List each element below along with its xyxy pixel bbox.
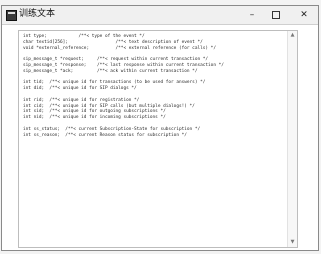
code-text[interactable]: int type; /**< type of the event */char … bbox=[23, 34, 289, 138]
window-icon bbox=[6, 10, 17, 21]
text-window: 训练文本 – ✕ int type; /**< type of the even… bbox=[1, 5, 319, 251]
text-area[interactable]: int type; /**< type of the event */char … bbox=[18, 30, 298, 248]
close-button[interactable]: ✕ bbox=[290, 6, 318, 24]
scroll-up-arrow-icon[interactable]: ▲ bbox=[288, 31, 297, 40]
title-bar[interactable]: 训练文本 – ✕ bbox=[2, 6, 318, 25]
code-line: int ss_reason; /**< current Reason statu… bbox=[23, 132, 187, 138]
maximize-icon bbox=[272, 10, 280, 19]
vertical-scrollbar[interactable]: ▲ ▼ bbox=[287, 31, 297, 247]
window-title: 训练文本 bbox=[19, 9, 56, 19]
scroll-down-arrow-icon[interactable]: ▼ bbox=[288, 238, 297, 247]
maximize-button[interactable] bbox=[262, 6, 290, 24]
